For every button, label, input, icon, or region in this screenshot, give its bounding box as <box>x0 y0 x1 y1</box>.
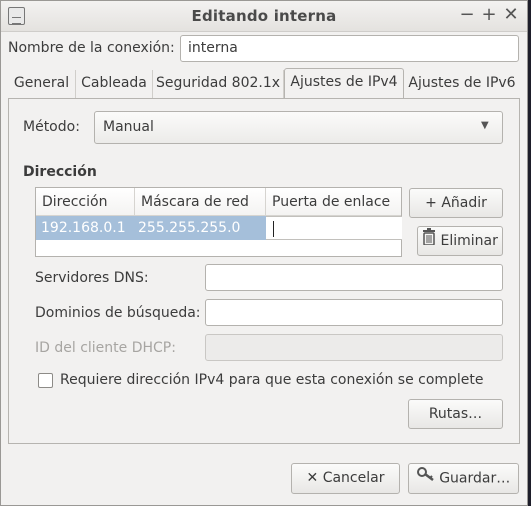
address-table: Dirección Máscara de red Puerta de enlac… <box>35 187 402 257</box>
dhcp-client-id-label: ID del cliente DHCP: <box>35 340 176 356</box>
tab-bar: General Cableada Seguridad 802.1x Ajuste… <box>8 68 520 99</box>
remove-address-button[interactable]: Eliminar <box>417 226 503 256</box>
connection-name-label: Nombre de la conexión: <box>8 40 175 56</box>
tab-ipv4-settings[interactable]: Ajustes de IPv4 <box>284 68 404 99</box>
cell-netmask[interactable]: 255.255.255.0 <box>133 216 266 240</box>
method-select[interactable]: Manual ▼ <box>94 111 503 144</box>
require-ipv4-checkbox[interactable] <box>38 373 53 388</box>
dns-input[interactable] <box>205 264 503 291</box>
maximize-icon[interactable]: + <box>479 4 499 26</box>
add-button-label: Añadir <box>441 195 487 211</box>
text-cursor <box>273 221 274 237</box>
save-button-label: Guardar… <box>439 470 511 487</box>
title-bar[interactable]: Editando interna − + ✕ <box>1 1 527 32</box>
address-section-title: Dirección <box>23 164 97 180</box>
cancel-button-label: Cancelar <box>322 470 385 486</box>
close-x-icon: ✕ <box>306 470 319 486</box>
window-title: Editando interna <box>191 7 337 25</box>
remove-button-label: Eliminar <box>440 233 498 249</box>
cancel-button[interactable]: ✕ Cancelar <box>291 463 400 494</box>
close-icon[interactable]: ✕ <box>501 4 521 26</box>
dhcp-client-id-input <box>205 334 503 361</box>
column-header-gateway[interactable]: Puerta de enlace <box>266 188 401 216</box>
edit-connection-window: Editando interna − + ✕ Nombre de la cone… <box>0 0 528 506</box>
tab-general[interactable]: General <box>8 70 76 99</box>
tab-security-8021x[interactable]: Seguridad 802.1x <box>153 70 284 99</box>
tab-wired[interactable]: Cableada <box>76 70 153 99</box>
chevron-down-icon: ▼ <box>481 120 489 131</box>
column-header-netmask[interactable]: Máscara de red <box>135 188 266 216</box>
add-address-button[interactable]: + Añadir <box>409 188 503 218</box>
connection-name-input[interactable]: interna <box>180 35 519 62</box>
dns-label: Servidores DNS: <box>35 270 149 286</box>
cell-address[interactable]: 192.168.0.1 <box>36 216 135 240</box>
key-icon <box>416 464 435 493</box>
cell-gateway-editor[interactable] <box>266 216 402 240</box>
method-value: Manual <box>103 119 154 135</box>
plus-icon: + <box>425 195 437 211</box>
search-domains-label: Dominios de búsqueda: <box>35 305 201 321</box>
trash-icon <box>422 227 436 255</box>
require-ipv4-label[interactable]: Requiere dirección IPv4 para que esta co… <box>60 372 484 388</box>
column-header-address[interactable]: Dirección <box>36 188 135 216</box>
search-domains-input[interactable] <box>205 299 503 326</box>
tab-ipv6-settings[interactable]: Ajustes de IPv6 <box>404 70 520 99</box>
method-label: Método: <box>23 119 80 135</box>
routes-button[interactable]: Rutas… <box>408 399 503 429</box>
minimize-icon[interactable]: − <box>457 4 477 26</box>
save-button[interactable]: Guardar… <box>408 463 519 494</box>
